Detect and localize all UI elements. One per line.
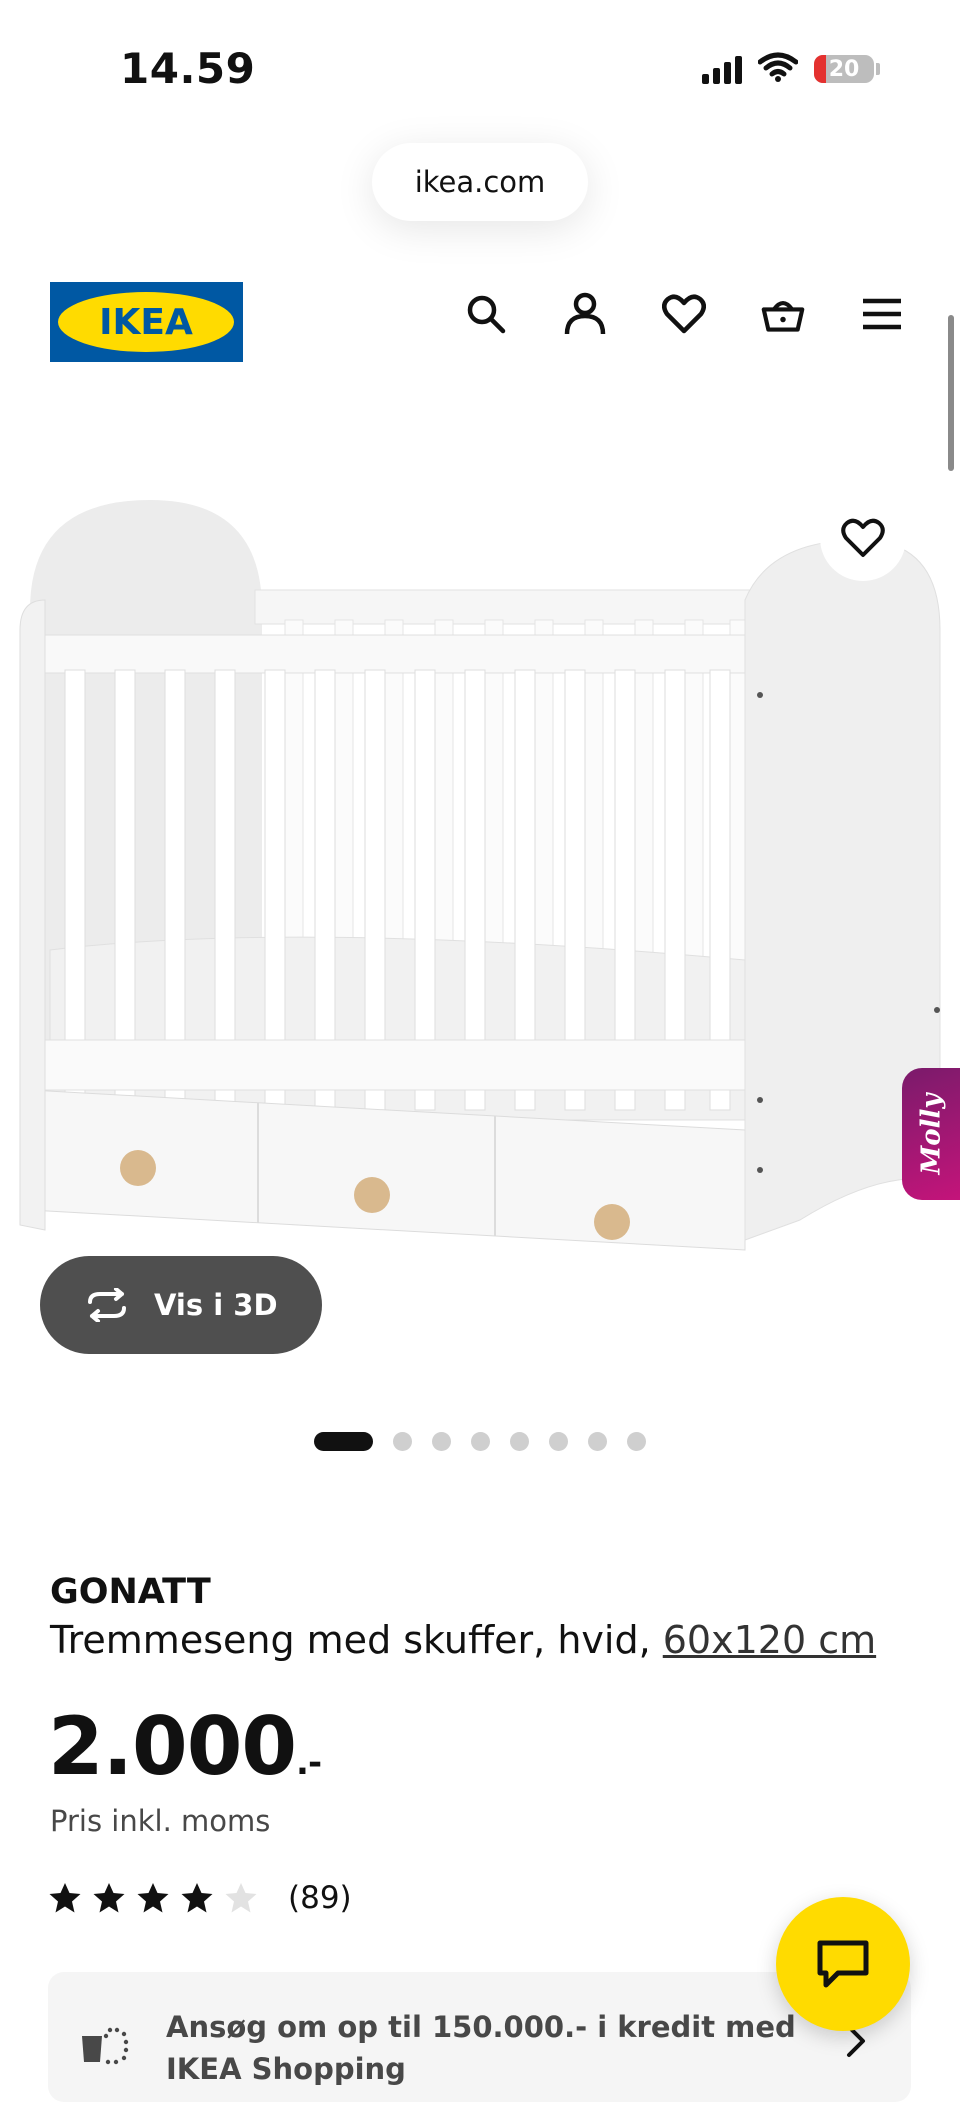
basket-icon[interactable] (761, 292, 805, 336)
status-time: 14.59 (120, 44, 256, 93)
product-price: 2.000.- (48, 1700, 322, 1793)
star-icon (49, 1883, 81, 1913)
gallery-pagination[interactable] (314, 1432, 646, 1451)
gallery-dot[interactable] (393, 1432, 412, 1451)
search-icon[interactable] (464, 292, 508, 336)
cellular-signal-icon (702, 54, 742, 84)
rating-stars (48, 1882, 258, 1914)
battery-cap (876, 63, 880, 75)
gallery-dot[interactable] (510, 1432, 529, 1451)
shopping-bag-icon (82, 2027, 129, 2065)
product-description: Tremmeseng med skuffer, hvid, 60x120 cm (50, 1618, 876, 1662)
wifi-icon (757, 52, 799, 86)
product-brand: GONATT (50, 1572, 211, 1612)
vat-note: Pris inkl. moms (50, 1804, 271, 1838)
status-indicators: 20 (702, 52, 880, 86)
star-icon (137, 1883, 169, 1913)
rotate-3d-icon (88, 1288, 126, 1322)
price-value: 2.000 (48, 1700, 297, 1793)
gallery-dot[interactable] (588, 1432, 607, 1451)
view-3d-label: Vis i 3D (154, 1288, 278, 1322)
logo-text: IKEA (99, 302, 193, 343)
view-3d-button[interactable]: Vis i 3D (40, 1256, 322, 1354)
heart-icon[interactable] (662, 292, 706, 336)
browser-url: ikea.com (414, 165, 546, 199)
header-actions (464, 292, 904, 336)
price-suffix: .- (296, 1743, 322, 1783)
gallery-dot[interactable] (432, 1432, 451, 1451)
star-icon (93, 1883, 125, 1913)
product-favorite-button[interactable] (820, 495, 906, 581)
gallery-dot[interactable] (471, 1432, 490, 1451)
reviews-count: (89) (288, 1880, 352, 1916)
page-scrollbar[interactable] (948, 315, 954, 471)
molly-assistant-tab[interactable]: Molly (902, 1068, 960, 1200)
heart-icon (841, 518, 885, 557)
chat-icon (817, 1940, 869, 1988)
star-icon (181, 1883, 213, 1913)
ikea-logo[interactable]: IKEA (50, 282, 243, 362)
credit-text: Ansøg om op til 150.000.- i kredit med I… (166, 2010, 796, 2086)
browser-url-bar[interactable]: ikea.com (372, 143, 588, 221)
product-image[interactable] (0, 480, 960, 1340)
molly-label: Molly (916, 1093, 947, 1175)
star-icon (225, 1883, 257, 1913)
product-description-text: Tremmeseng med skuffer, hvid, (50, 1618, 651, 1662)
gallery-dot[interactable] (549, 1432, 568, 1451)
battery-percent: 20 (828, 56, 860, 82)
product-size-link[interactable]: 60x120 cm (663, 1618, 876, 1662)
menu-icon[interactable] (860, 292, 904, 336)
gallery-dot[interactable] (627, 1432, 646, 1451)
user-icon[interactable] (563, 292, 607, 336)
gallery-dot[interactable] (314, 1432, 373, 1451)
product-rating[interactable]: (89) (48, 1880, 352, 1916)
chat-button[interactable] (776, 1897, 910, 2031)
battery-icon: 20 (814, 55, 874, 83)
